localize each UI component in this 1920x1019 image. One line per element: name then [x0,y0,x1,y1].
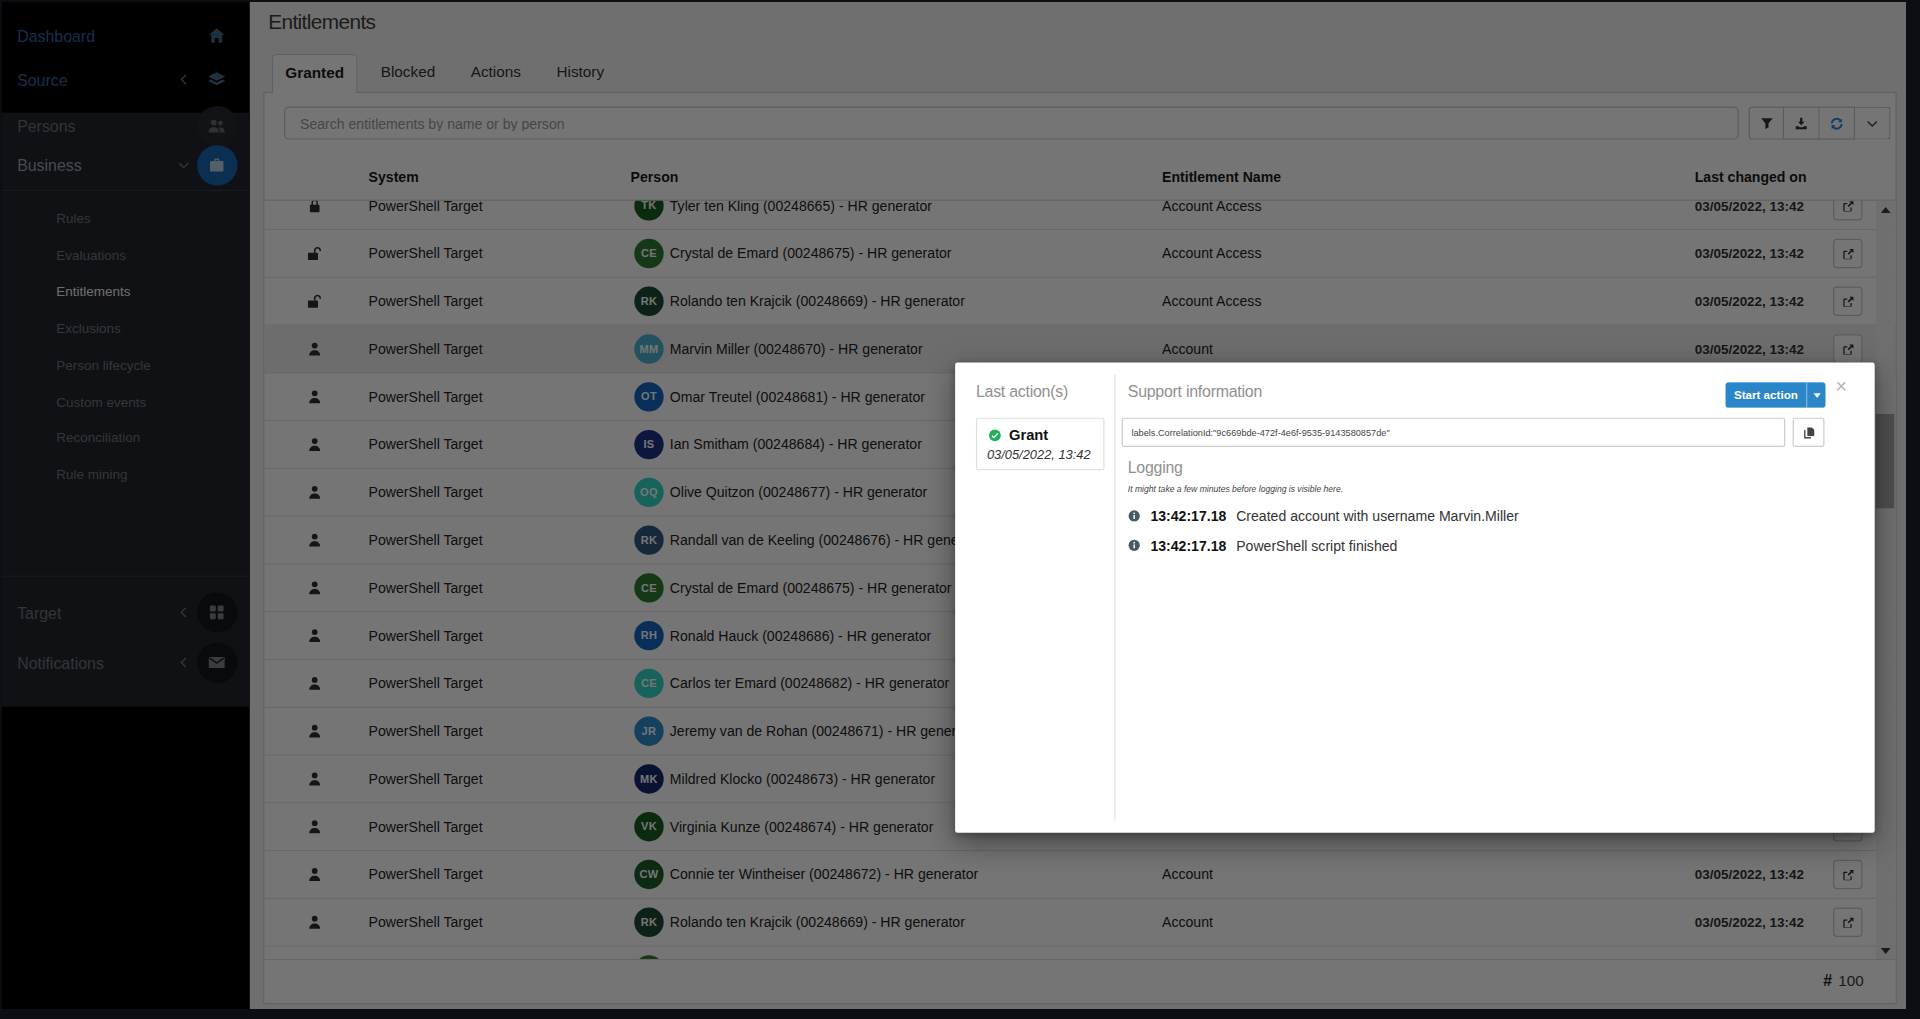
start-action-button[interactable]: Start action [1725,382,1826,408]
app-stage: PersonsBusinessRulesEvaluationsEntitleme… [0,0,1920,1019]
log-time: 13:42:17.18 [1150,508,1226,523]
window-border-top [0,0,1920,2]
caret-down-icon [1813,393,1820,398]
popup-divider [1114,375,1115,821]
window-border-left [0,0,2,1019]
check-circle-icon [988,428,1001,441]
log-entry: 13:42:17.18 Created account with username… [1128,508,1519,523]
last-actions-title: Last action(s) [976,382,1068,400]
last-action-card: Grant 03/05/2022, 13:42 [976,418,1105,471]
window-border-bottom [0,1009,1920,1019]
start-action-label[interactable]: Start action [1725,382,1806,408]
action-details-popup: Last action(s) Grant 03/05/2022, 13:42 S… [955,363,1875,833]
copy-icon [1802,426,1815,439]
action-date: 03/05/2022, 13:42 [987,447,1094,462]
close-icon[interactable]: × [1836,376,1847,398]
info-circle-icon [1128,539,1141,552]
log-message: PowerShell script finished [1236,538,1397,553]
window-border-right [1906,0,1920,1019]
log-time: 13:42:17.18 [1150,538,1226,553]
correlation-id-input[interactable] [1122,418,1786,447]
logging-title: Logging [1128,458,1183,476]
start-action-dropdown[interactable] [1806,382,1826,408]
action-name: Grant [1009,426,1048,443]
logging-note: It might take a few minutes before loggi… [1128,485,1343,494]
copy-button[interactable] [1793,418,1825,447]
info-circle-icon [1128,509,1141,522]
log-message: Created account with username Marvin.Mil… [1236,508,1519,523]
log-entry: 13:42:17.18 PowerShell script finished [1128,538,1398,553]
support-information-title: Support information [1128,382,1262,400]
